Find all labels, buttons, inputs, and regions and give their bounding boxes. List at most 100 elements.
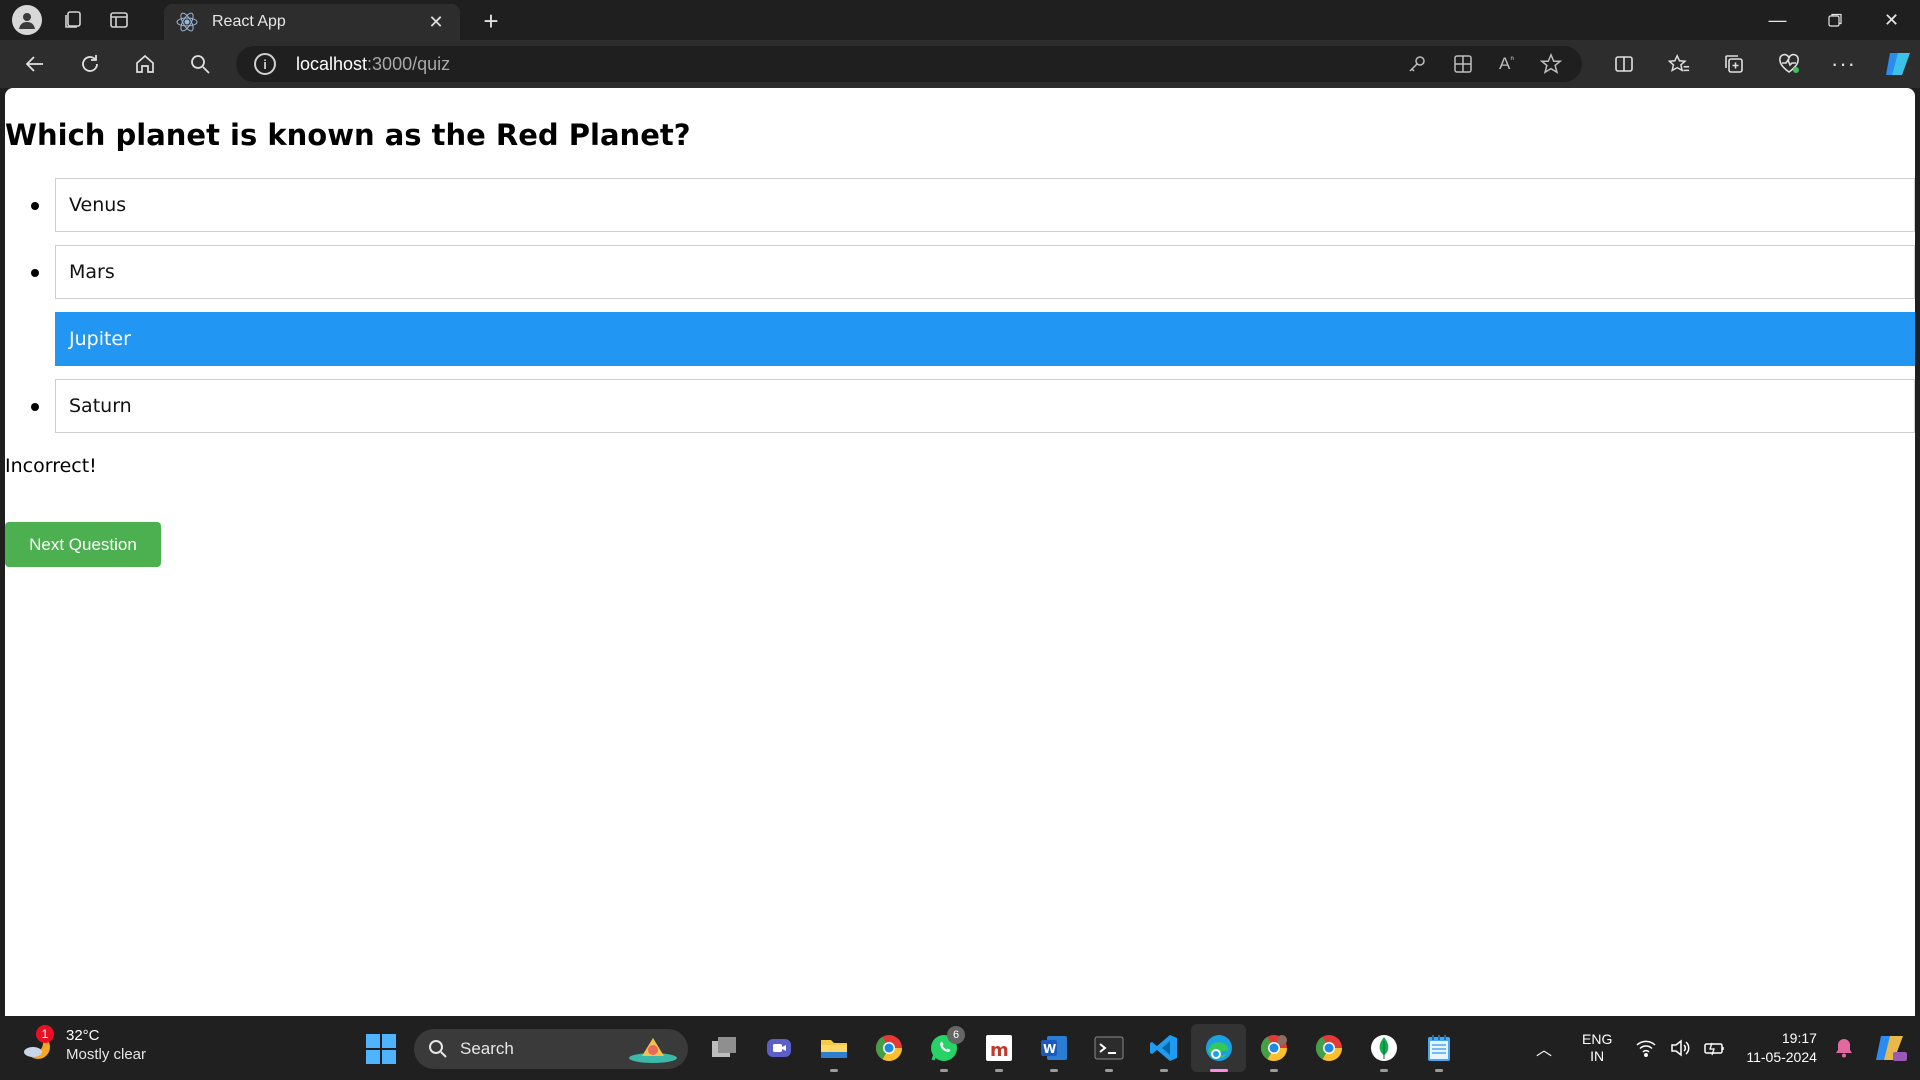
mongodb-leaf-icon — [1370, 1035, 1397, 1061]
taskbar-mongodb[interactable] — [1356, 1024, 1411, 1072]
taskbar-meet[interactable] — [751, 1024, 806, 1072]
address-bar-actions: Aⁿ — [1407, 46, 1562, 82]
taskbar-chrome[interactable] — [861, 1024, 916, 1072]
refresh-button[interactable] — [62, 40, 117, 88]
split-screen-icon — [1614, 56, 1633, 72]
favorites-button[interactable] — [1651, 40, 1706, 88]
taskbar-mongodb-compass[interactable]: m — [971, 1024, 1026, 1072]
address-bar[interactable]: i localhost:3000/quiz Aⁿ — [236, 46, 1582, 82]
info-icon[interactable]: i — [254, 53, 276, 75]
profile-button[interactable] — [4, 0, 50, 40]
terminal-icon — [1094, 1036, 1123, 1060]
more-icon: ··· — [1831, 51, 1856, 76]
minimize-button[interactable]: — — [1749, 0, 1806, 40]
browser-toolbar: i localhost:3000/quiz Aⁿ ··· — [0, 40, 1920, 88]
home-button[interactable] — [117, 40, 172, 88]
notepad-icon — [1427, 1035, 1450, 1061]
taskbar-vscode[interactable] — [1136, 1024, 1191, 1072]
taskbar-chrome-profile-2[interactable] — [1246, 1024, 1301, 1072]
home-icon — [135, 54, 154, 73]
result-message: Incorrect! — [5, 455, 97, 477]
tab-actions-icon — [110, 12, 128, 28]
taskbar-task-view[interactable] — [696, 1024, 751, 1072]
apps-icon[interactable] — [1453, 54, 1473, 74]
more-button[interactable]: ··· — [1816, 40, 1871, 88]
taskbar-apps: 6 m W — [696, 1024, 1466, 1072]
windows-start-icon[interactable] — [366, 1034, 396, 1064]
mongo-m-icon: m — [985, 1035, 1012, 1061]
svg-text:m: m — [990, 1040, 1009, 1061]
windows-taskbar: 1 32°C Mostly clear Search 6 m W ︿ ENG I… — [0, 1016, 1920, 1080]
search-button[interactable] — [172, 40, 227, 88]
option-label: Saturn — [69, 395, 132, 417]
taskbar-notepad[interactable] — [1411, 1024, 1466, 1072]
close-window-icon: ✕ — [1883, 9, 1900, 30]
system-tray: ︿ ENG IN 19:17 11-05-2024 — [1534, 1016, 1907, 1080]
taskbar-chrome-profile-3[interactable] — [1301, 1024, 1356, 1072]
weather-moon-icon: 1 — [20, 1025, 56, 1063]
options-list: Venus Mars Jupiter Saturn — [5, 178, 1915, 446]
taskbar-word[interactable]: W — [1026, 1024, 1081, 1072]
search-highlight-icon — [629, 1038, 677, 1063]
next-question-button[interactable]: Next Question — [5, 522, 161, 567]
clock-date: 11-05-2024 — [1746, 1049, 1817, 1065]
close-window-button[interactable]: ✕ — [1863, 0, 1920, 40]
favorite-star-icon[interactable] — [1540, 53, 1562, 75]
weather-widget[interactable]: 1 32°C Mostly clear — [20, 1025, 147, 1064]
restore-button[interactable] — [1806, 0, 1863, 40]
plus-icon: + — [483, 5, 499, 36]
option-saturn[interactable]: Saturn — [31, 379, 1915, 433]
url-text[interactable]: localhost:3000/quiz — [296, 54, 450, 75]
collections-button[interactable] — [1706, 40, 1761, 88]
page-viewport: Which planet is known as the Red Planet?… — [5, 88, 1915, 1016]
split-screen-button[interactable] — [1596, 40, 1651, 88]
list-bullet — [31, 202, 39, 210]
key-icon[interactable] — [1407, 54, 1427, 74]
list-bullet — [31, 403, 39, 411]
copilot-button[interactable] — [1871, 40, 1920, 88]
taskbar-terminal[interactable] — [1081, 1024, 1136, 1072]
workspaces-button[interactable] — [50, 0, 96, 40]
taskbar-search[interactable]: Search — [414, 1029, 688, 1069]
close-tab-icon[interactable]: ✕ — [424, 10, 448, 34]
wifi-icon — [1636, 1040, 1656, 1057]
collections-icon — [1724, 55, 1743, 73]
language-code: ENG — [1582, 1031, 1613, 1047]
language-indicator[interactable]: ENG IN — [1582, 1031, 1612, 1065]
language-region: IN — [1590, 1048, 1605, 1064]
search-icon — [429, 1040, 447, 1058]
tab-actions-button[interactable] — [96, 0, 142, 40]
url-host: localhost — [296, 53, 368, 74]
taskbar-file-explorer[interactable] — [806, 1024, 861, 1072]
weather-condition: Mostly clear — [66, 1046, 147, 1063]
option-label: Venus — [69, 194, 127, 216]
option-venus[interactable]: Venus — [31, 178, 1915, 232]
chrome-icon — [875, 1035, 902, 1062]
browser-essentials-button[interactable] — [1761, 40, 1816, 88]
weather-badge: 1 — [36, 1025, 54, 1043]
svg-text:W: W — [1043, 1042, 1056, 1056]
tab-react-app[interactable]: React App ✕ — [164, 4, 460, 40]
new-tab-button[interactable]: + — [474, 4, 508, 38]
option-mars[interactable]: Mars — [31, 245, 1915, 299]
browser-tools: ··· — [1596, 40, 1920, 88]
tab-title: React App — [212, 13, 286, 30]
minimize-icon: — — [1768, 9, 1787, 30]
clock[interactable]: 19:17 11-05-2024 — [1746, 1029, 1817, 1067]
option-label: Jupiter — [69, 328, 131, 350]
back-button[interactable] — [7, 40, 62, 88]
browser-title-bar: React App ✕ + — ✕ — [0, 0, 1920, 40]
refresh-icon — [81, 55, 98, 72]
option-jupiter[interactable]: Jupiter — [55, 312, 1915, 366]
notification-bell-icon[interactable] — [1833, 1037, 1855, 1059]
taskbar-whatsapp[interactable]: 6 — [916, 1024, 971, 1072]
back-icon — [25, 56, 43, 72]
battery-icon — [1704, 1042, 1725, 1056]
browser-essentials-icon — [1778, 53, 1799, 73]
chevron-up-icon[interactable]: ︿ — [1534, 1036, 1554, 1060]
copilot-icon[interactable] — [1875, 1034, 1907, 1062]
weather-temperature: 32°C — [66, 1027, 100, 1044]
read-aloud-icon[interactable]: Aⁿ — [1499, 54, 1514, 74]
system-icons[interactable] — [1636, 1039, 1726, 1057]
taskbar-edge[interactable] — [1191, 1024, 1246, 1072]
